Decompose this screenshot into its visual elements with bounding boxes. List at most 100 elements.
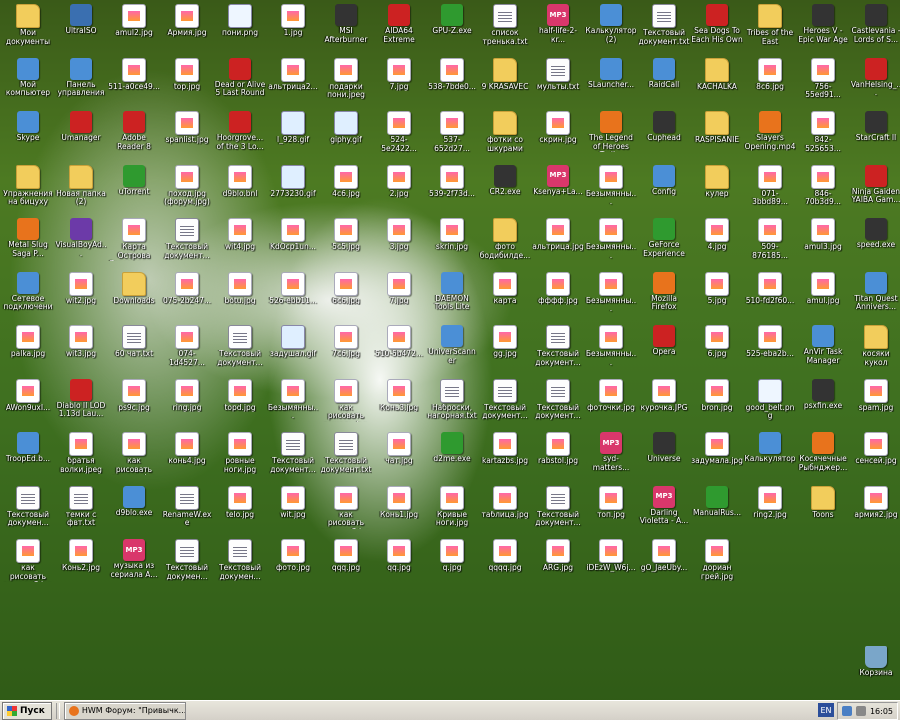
desktop-icon[interactable]: 537-652d27... bbox=[426, 109, 478, 161]
desktop-icon[interactable]: Карта Острова Справедли... bbox=[108, 216, 160, 268]
desktop-icon[interactable]: 842-525653... bbox=[797, 109, 849, 161]
desktop-icon[interactable]: spanlist.jpg bbox=[161, 109, 213, 161]
desktop-icon[interactable]: psxfin.exe bbox=[797, 377, 849, 429]
desktop-icon[interactable]: Diablo II LOD 1.13d Lau... bbox=[55, 377, 107, 429]
desktop-icon[interactable]: задумала.jpg bbox=[691, 430, 743, 482]
desktop-icon[interactable]: Текстовый документ... bbox=[267, 430, 319, 482]
desktop-icon[interactable]: 846-70b3d9... bbox=[797, 163, 849, 215]
desktop-icon[interactable]: d9blo.exe bbox=[108, 484, 160, 536]
desktop-icon[interactable]: альтрица.jpg bbox=[532, 216, 584, 268]
desktop-icon[interactable]: KdOcp1un... bbox=[267, 216, 319, 268]
desktop-icon[interactable]: d2me.exe bbox=[426, 430, 478, 482]
desktop-icon[interactable]: 1.jpg bbox=[267, 2, 319, 54]
desktop-icon[interactable]: qq.jpg bbox=[373, 537, 425, 589]
desktop-icon[interactable]: Текстовый докумен... bbox=[2, 484, 54, 536]
desktop-icon[interactable]: Текстовый документ... bbox=[532, 323, 584, 375]
desktop-icon[interactable]: good_belt.png bbox=[744, 377, 796, 429]
desktop-icon[interactable]: topd.jpg bbox=[214, 377, 266, 429]
desktop-icon[interactable]: косяки кукол bbox=[850, 323, 900, 375]
desktop-icon[interactable]: Текстовый документ... bbox=[214, 323, 266, 375]
desktop-icon[interactable]: amul2.jpg bbox=[108, 2, 160, 54]
desktop-icon[interactable]: Наброски, нагорная.txt bbox=[426, 377, 478, 429]
desktop-icon[interactable]: Tribes of the East bbox=[744, 2, 796, 54]
desktop-icon[interactable]: 074-1d4527... bbox=[161, 323, 213, 375]
desktop-icon[interactable]: wit3.jpg bbox=[55, 323, 107, 375]
desktop-icon[interactable]: фотки со шкурами bbox=[479, 109, 531, 161]
desktop-icon[interactable]: 756-55ed91... bbox=[797, 56, 849, 108]
desktop-icon[interactable]: Косячечные Рыбнджер... bbox=[797, 430, 849, 482]
desktop-icon[interactable]: Titan Quest Annivers... bbox=[850, 270, 900, 322]
desktop-icon[interactable]: Skype bbox=[2, 109, 54, 161]
desktop-icon[interactable]: top.jpg bbox=[161, 56, 213, 108]
desktop-icon[interactable]: ring.jpg bbox=[161, 377, 213, 429]
desktop-icon[interactable]: Universe bbox=[638, 430, 690, 482]
desktop-icon[interactable]: Текстовый документ... bbox=[532, 484, 584, 536]
desktop-icon[interactable]: CR2.exe bbox=[479, 163, 531, 215]
desktop-icon[interactable]: 2.jpg bbox=[373, 163, 425, 215]
desktop-icon[interactable]: palka.jpg bbox=[2, 323, 54, 375]
desktop-icon[interactable]: 60 чат.txt bbox=[108, 323, 160, 375]
desktop-icon[interactable]: картa bbox=[479, 270, 531, 322]
desktop-icon[interactable]: Новая папка (2) bbox=[55, 163, 107, 215]
taskbar-task-browser[interactable]: HWM Форум: "Привычк... bbox=[63, 701, 186, 720]
desktop-icon[interactable]: Текстовый докумен... bbox=[161, 537, 213, 589]
desktop-icon[interactable]: Безымянны... bbox=[585, 323, 637, 375]
desktop-icon[interactable]: bron.jpg bbox=[691, 377, 743, 429]
desktop-icon[interactable]: 7.jpg bbox=[373, 270, 425, 322]
desktop-icon[interactable]: как рисовать лошадь3.jpg bbox=[2, 537, 54, 589]
desktop-icon[interactable]: ManualRus... bbox=[691, 484, 743, 536]
desktop-icon[interactable]: GeForce Experience bbox=[638, 216, 690, 268]
language-indicator[interactable]: EN bbox=[818, 703, 834, 717]
desktop-icon[interactable]: фото бодибилде... bbox=[479, 216, 531, 268]
start-button[interactable]: Пуск bbox=[2, 701, 52, 720]
desktop-icon[interactable]: курочка.JPG bbox=[638, 377, 690, 429]
desktop-icon[interactable]: qqq.jpg bbox=[320, 537, 372, 589]
desktop-icon[interactable]: Cuphead bbox=[638, 109, 690, 161]
desktop-icon[interactable]: Текстовый документ.txt bbox=[638, 2, 690, 54]
desktop-icon[interactable]: ровные ноги.jpg bbox=[214, 430, 266, 482]
desktop-icon[interactable]: botu.jpg bbox=[214, 270, 266, 322]
desktop-icon[interactable]: мульты.txt bbox=[532, 56, 584, 108]
desktop-icon[interactable]: spam.jpg bbox=[850, 377, 900, 429]
desktop-icon[interactable]: TroopEd.b... bbox=[2, 430, 54, 482]
desktop-icon[interactable]: 524-5e2422... bbox=[373, 109, 425, 161]
desktop-icon[interactable]: 7с6.jpg bbox=[320, 323, 372, 375]
desktop-icon[interactable]: фоточки.jpg bbox=[585, 377, 637, 429]
desktop-icon[interactable]: UniverScanner bbox=[426, 323, 478, 375]
desktop-icon[interactable]: d9blo.bnl bbox=[214, 163, 266, 215]
desktop-icon[interactable]: q.jpg bbox=[426, 537, 478, 589]
desktop-icon[interactable]: Безымянны... bbox=[585, 270, 637, 322]
desktop-icon[interactable]: Metal Slug Saga P... bbox=[2, 216, 54, 268]
desktop-icon[interactable]: Безымянны... bbox=[267, 377, 319, 429]
desktop-icon[interactable]: Калькулятор bbox=[744, 430, 796, 482]
desktop-icon[interactable]: Sea Dogs To Each His Own bbox=[691, 2, 743, 54]
desktop-icon[interactable]: Армия.jpg bbox=[161, 2, 213, 54]
desktop-icon[interactable]: 2773230.gif bbox=[267, 163, 319, 215]
desktop-icon[interactable]: amul3.jpg bbox=[797, 216, 849, 268]
desktop-icon[interactable]: DAEMON Tools Lite bbox=[426, 270, 478, 322]
desktop-icon[interactable]: ARG.jpg bbox=[532, 537, 584, 589]
desktop-icon[interactable]: темки с фвт.txt bbox=[55, 484, 107, 536]
desktop-icon[interactable]: топ.jpg bbox=[585, 484, 637, 536]
desktop-icon[interactable]: Безымянны... bbox=[585, 216, 637, 268]
desktop-icon[interactable]: speed.exe bbox=[850, 216, 900, 268]
desktop-icon[interactable]: фффф.jpg bbox=[532, 270, 584, 322]
desktop-icon[interactable]: сенсей.jpg bbox=[850, 430, 900, 482]
desktop-icon[interactable]: 6c6.jpg bbox=[320, 270, 372, 322]
desktop-icon[interactable]: 4c6.jpg bbox=[320, 163, 372, 215]
desktop-icon[interactable]: 075-2b247... bbox=[161, 270, 213, 322]
desktop-icon[interactable]: 510-fd2f60... bbox=[744, 270, 796, 322]
desktop-icon[interactable]: 538-7bde0... bbox=[426, 56, 478, 108]
desktop-icon[interactable]: Ninja Gaiden YAIBA Gam... bbox=[850, 163, 900, 215]
desktop-icon[interactable]: кулер bbox=[691, 163, 743, 215]
desktop-icon[interactable]: задушал.gif bbox=[267, 323, 319, 375]
desktop-icon[interactable]: таблица.jpg bbox=[479, 484, 531, 536]
desktop-icon[interactable]: Opera bbox=[638, 323, 690, 375]
desktop-icon[interactable]: 5.jpg bbox=[691, 270, 743, 322]
desktop-icon[interactable]: VanHelsing_... bbox=[850, 56, 900, 108]
desktop-icon[interactable]: 8c6.jpg bbox=[744, 56, 796, 108]
desktop-icon[interactable]: братья волки.jpeg bbox=[55, 430, 107, 482]
desktop-icon[interactable]: список тренька.txt bbox=[479, 2, 531, 54]
desktop-icon[interactable]: RenameW.exe bbox=[161, 484, 213, 536]
desktop-icon[interactable]: Сетевое подключения bbox=[2, 270, 54, 322]
